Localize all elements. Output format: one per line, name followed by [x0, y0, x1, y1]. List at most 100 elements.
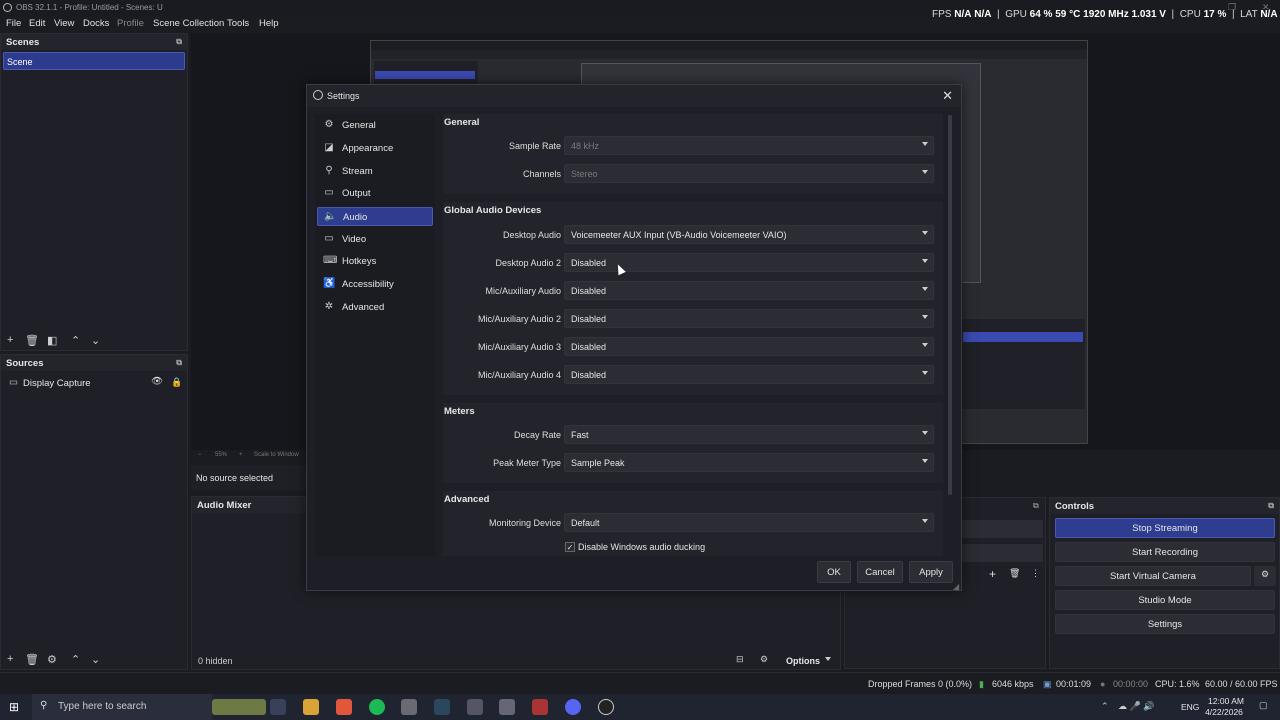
tray-chevron-icon[interactable]: ⌃: [1101, 701, 1109, 712]
chevron-down-icon: [922, 315, 928, 319]
undock-icon[interactable]: ⧉: [176, 37, 182, 47]
add-scene-icon[interactable]: +: [7, 334, 13, 346]
layout-icon[interactable]: ⊟: [736, 654, 744, 665]
spotify-icon[interactable]: [369, 699, 385, 715]
sources-dock: Sources ⧉ ▭ Display Capture 👁 🔒 + 🗑 ⚙ ⌃ …: [0, 354, 188, 670]
undock-icon[interactable]: ⧉: [1033, 501, 1039, 511]
language-indicator[interactable]: ENG: [1181, 702, 1199, 712]
settings-scrollbar[interactable]: [948, 115, 952, 495]
notifications-icon[interactable]: ▢: [1259, 700, 1268, 711]
ducking-checkbox[interactable]: ✓: [565, 542, 575, 552]
mixer-settings-icon[interactable]: ⚙: [760, 654, 768, 665]
combo-value: Voicemeeter AUX Input (VB-Audio Voicemee…: [571, 230, 787, 240]
task-view-icon[interactable]: [270, 699, 286, 715]
cancel-button[interactable]: Cancel: [857, 561, 903, 583]
virtual-camera-settings-icon[interactable]: ⚙: [1254, 566, 1276, 586]
clock-date[interactable]: 4/22/2026: [1199, 707, 1249, 717]
undock-icon[interactable]: ⧉: [176, 358, 182, 368]
add-source-icon[interactable]: +: [7, 653, 13, 665]
mic-aux-4-select[interactable]: Disabled: [564, 365, 934, 384]
mic-aux-select[interactable]: Disabled: [564, 281, 934, 300]
gpu-percent: 64 %: [1029, 9, 1053, 20]
resize-grip-icon[interactable]: ◢: [953, 582, 959, 591]
steam-icon[interactable]: [434, 699, 450, 715]
scale-to-window[interactable]: Scale to Window: [254, 452, 299, 458]
duration-spinbox[interactable]: [955, 544, 1043, 562]
peak-meter-select[interactable]: Sample Peak: [564, 453, 934, 472]
sample-rate-select[interactable]: 48 kHz: [564, 136, 934, 155]
group-audio-devices: Global Audio Devices Desktop Audio Voice…: [443, 202, 943, 395]
source-item[interactable]: ▭ Display Capture 👁 🔒: [5, 376, 185, 391]
ok-button[interactable]: OK: [817, 561, 851, 583]
nav-stream[interactable]: ⚲ Stream: [317, 162, 433, 181]
desktop-audio-select[interactable]: Voicemeeter AUX Input (VB-Audio Voicemee…: [564, 225, 934, 244]
remove-scene-icon[interactable]: 🗑: [25, 334, 39, 347]
chevron-down-icon: [922, 519, 928, 523]
group-title: General: [444, 117, 480, 128]
tray-icons[interactable]: ☁ 🎤 🔊: [1118, 701, 1154, 712]
apply-button[interactable]: Apply: [909, 561, 953, 583]
scenes-title: Scenes: [6, 37, 40, 48]
store-icon[interactable]: [401, 699, 417, 715]
nav-general[interactable]: ⚙ General: [317, 116, 433, 135]
undock-icon[interactable]: ⧉: [1268, 501, 1274, 511]
voicemeeter-icon[interactable]: [532, 699, 548, 715]
close-icon[interactable]: ✕: [942, 88, 953, 104]
menu-docks[interactable]: Docks: [83, 18, 109, 29]
transition-select[interactable]: [955, 520, 1043, 538]
obs-taskbar-icon[interactable]: [598, 699, 614, 715]
nav-appearance[interactable]: ◪ Appearance: [317, 139, 433, 158]
remove-source-icon[interactable]: 🗑: [25, 653, 39, 666]
move-up-icon[interactable]: ⌃: [71, 334, 80, 347]
menu-file[interactable]: File: [6, 18, 21, 29]
nav-audio[interactable]: 🔈 Audio: [317, 207, 433, 226]
brave-browser-icon[interactable]: [336, 699, 352, 715]
settings-button[interactable]: Settings: [1055, 614, 1275, 634]
record-time: 00:00:00: [1113, 679, 1149, 689]
remove-transition-icon[interactable]: 🗑: [1009, 568, 1020, 579]
start-virtual-camera-button[interactable]: Start Virtual Camera: [1055, 566, 1251, 586]
app-icon[interactable]: [499, 699, 515, 715]
nav-accessibility[interactable]: ♿ Accessibility: [317, 275, 433, 294]
options-menu[interactable]: Options: [786, 656, 820, 666]
move-down-icon[interactable]: ⌄: [91, 334, 100, 347]
channels-select[interactable]: Stereo: [564, 164, 934, 183]
windows-start-icon[interactable]: ⊞: [9, 700, 19, 714]
menu-view[interactable]: View: [54, 18, 74, 29]
taskbar-search[interactable]: ⚲ Type here to search: [32, 694, 212, 720]
file-explorer-icon[interactable]: [303, 699, 319, 715]
nav-advanced[interactable]: ✲ Advanced: [317, 298, 433, 317]
clock-time[interactable]: 12:00 AM: [1203, 696, 1249, 706]
zoom-in-icon[interactable]: +: [239, 452, 243, 458]
menu-help[interactable]: Help: [259, 18, 279, 29]
menu-profile[interactable]: Profile: [117, 18, 144, 29]
more-options-icon[interactable]: ⋮: [1031, 568, 1040, 579]
menu-edit[interactable]: Edit: [29, 18, 45, 29]
move-up-icon[interactable]: ⌃: [71, 653, 80, 666]
ducking-label: Disable Windows audio ducking: [578, 542, 706, 552]
start-recording-button[interactable]: Start Recording: [1055, 542, 1275, 562]
zoom-out-icon[interactable]: −: [198, 452, 202, 458]
nav-label: Accessibility: [342, 279, 394, 290]
source-properties-icon[interactable]: ⚙: [47, 653, 57, 666]
speaker-icon: 🔈: [324, 211, 337, 222]
scene-list-item[interactable]: Scene: [3, 52, 185, 70]
visibility-eye-icon[interactable]: 👁: [151, 376, 163, 387]
app-icon[interactable]: [467, 699, 483, 715]
stop-streaming-button[interactable]: Stop Streaming: [1055, 518, 1275, 538]
mic-aux-2-select[interactable]: Disabled: [564, 309, 934, 328]
nav-output[interactable]: ▭ Output: [317, 184, 433, 203]
mic-aux-3-select[interactable]: Disabled: [564, 337, 934, 356]
discord-icon[interactable]: [565, 699, 581, 715]
decay-rate-select[interactable]: Fast: [564, 425, 934, 444]
lock-icon[interactable]: 🔒: [171, 377, 182, 388]
menu-scene-collection[interactable]: Scene Collection: [153, 18, 224, 29]
nav-hotkeys[interactable]: ⌨ Hotkeys: [317, 252, 433, 271]
monitoring-device-select[interactable]: Default: [564, 513, 934, 532]
move-down-icon[interactable]: ⌄: [91, 653, 100, 666]
menu-tools[interactable]: Tools: [227, 18, 249, 29]
nav-video[interactable]: ▭ Video: [317, 230, 433, 249]
add-transition-icon[interactable]: +: [989, 567, 996, 581]
scene-filter-icon[interactable]: ◧: [47, 334, 57, 347]
studio-mode-button[interactable]: Studio Mode: [1055, 590, 1275, 610]
